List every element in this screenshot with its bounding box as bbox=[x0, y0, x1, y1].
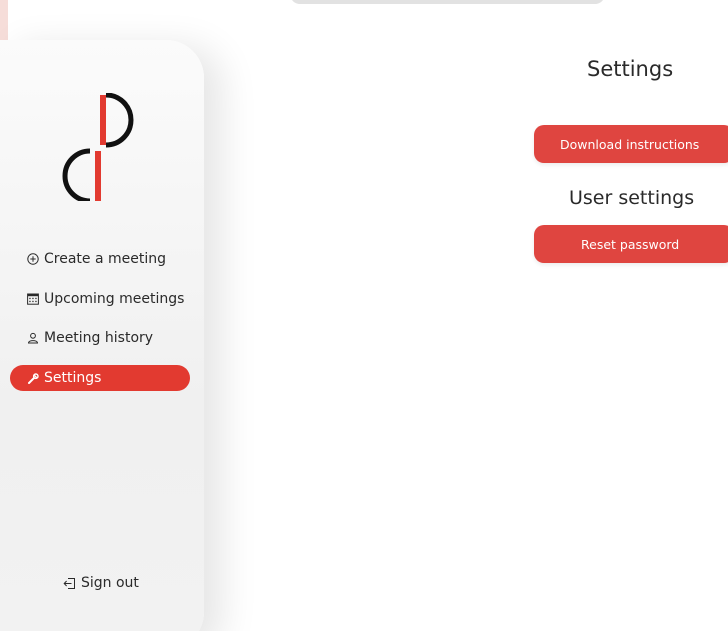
nav-item-label: Upcoming meetings bbox=[44, 291, 185, 307]
sign-out-button[interactable]: Sign out bbox=[62, 572, 139, 594]
nav-item-create-meeting[interactable]: Create a meeting bbox=[10, 246, 166, 272]
page-title: Settings bbox=[587, 57, 674, 81]
user-icon bbox=[26, 331, 40, 345]
nav-item-label: Create a meeting bbox=[44, 251, 167, 267]
top-bar bbox=[290, 0, 605, 4]
calendar-icon bbox=[26, 292, 40, 306]
sign-out-label: Sign out bbox=[81, 575, 139, 591]
dp-logo bbox=[62, 93, 134, 201]
app-window: Create a meeting Upcoming meetings Meeti… bbox=[0, 0, 728, 631]
plus-circle-icon bbox=[26, 252, 40, 266]
nav-item-label: Settings bbox=[44, 370, 102, 386]
nav-item-upcoming-meetings[interactable]: Upcoming meetings bbox=[10, 286, 184, 312]
sign-out-icon bbox=[62, 576, 76, 590]
download-instructions-button[interactable]: Download instructions bbox=[534, 125, 728, 163]
nav-item-meeting-history[interactable]: Meeting history bbox=[10, 325, 153, 351]
reset-password-button[interactable]: Reset password bbox=[534, 225, 728, 263]
user-settings-heading: User settings bbox=[569, 187, 695, 209]
nav-item-label: Meeting history bbox=[44, 330, 154, 346]
nav-item-settings[interactable]: Settings bbox=[10, 365, 190, 391]
wrench-icon bbox=[26, 371, 40, 385]
